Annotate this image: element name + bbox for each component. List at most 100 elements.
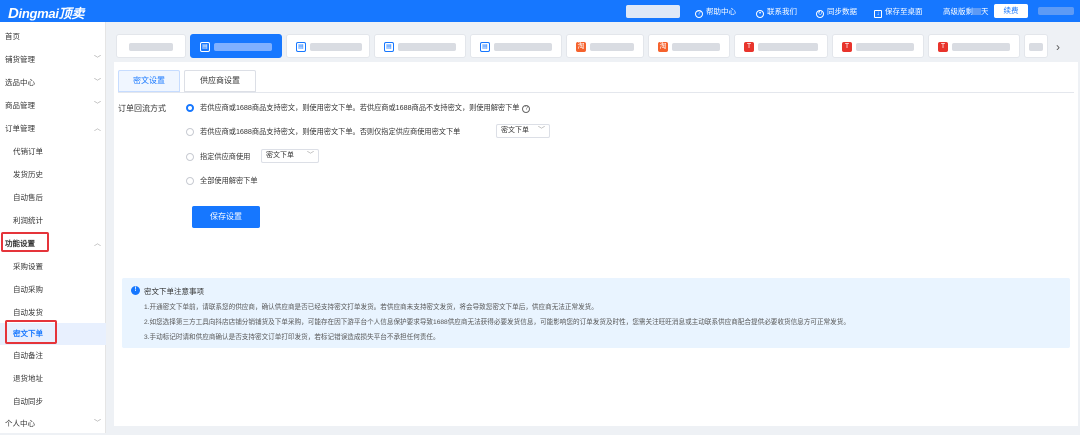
taobao-icon: 淘 xyxy=(658,42,668,52)
user-name-blurred[interactable] xyxy=(1038,7,1074,15)
shop-tab[interactable]: 淘 xyxy=(648,34,730,58)
save-to-desktop-link[interactable]: ↓ 保存至桌面 xyxy=(874,6,923,18)
sidebar-item-distribution[interactable]: 铺货管理 ﹀ xyxy=(0,49,106,71)
sidebar-item-product-select[interactable]: 选品中心 ﹀ xyxy=(0,72,106,94)
info-icon: ! xyxy=(131,286,140,295)
shop-name-blurred xyxy=(856,43,914,51)
tab-cipher-settings[interactable]: 密文设置 xyxy=(118,70,180,92)
option-1-text: 若供应商或1688商品支持密文，则使用密文下单。若供应商或1688商品不支持密文… xyxy=(200,103,531,113)
tmall-icon: T xyxy=(744,42,754,52)
notice-line-3: 3.手动标记时请和供应商确认是否支持密文订单打印发货，若标记错误造成损失平台不承… xyxy=(144,334,440,341)
sidebar-item-consign-orders[interactable]: 代销订单 xyxy=(0,141,106,163)
sidebar-item-auto-remark[interactable]: 自动备注 xyxy=(0,345,106,367)
radio-option-3[interactable] xyxy=(186,153,194,161)
tmall-icon: T xyxy=(938,42,948,52)
shop-tab[interactable]: ▤ xyxy=(374,34,466,58)
contact-us-link[interactable]: • 联系我们 xyxy=(756,6,797,18)
chevron-right-icon[interactable]: › xyxy=(1056,40,1060,54)
tmall-icon: T xyxy=(842,42,852,52)
help-icon: ? xyxy=(695,10,703,18)
sidebar: 首页 铺货管理 ﹀ 选品中心 ﹀ 商品管理 ﹀ 订单管理 ︿ 代销订单 发货历史 自动售… xyxy=(0,22,106,433)
notice-line-1: 1.开通密文下单前，请联系您的供应商，确认供应商是否已经支持密文打单发货。若供应… xyxy=(144,304,598,311)
sidebar-item-auto-sync[interactable]: 自动同步 xyxy=(0,391,106,413)
radio-option-4[interactable] xyxy=(186,177,194,185)
renew-button[interactable]: 续费 xyxy=(994,4,1028,18)
days-blurred xyxy=(973,8,981,15)
sidebar-item-return-address[interactable]: 退货地址 xyxy=(0,368,106,390)
shop-name-blurred xyxy=(494,43,552,51)
shop-tabs: ▤ ▤ ▤ ▤ 淘 淘 T T T xyxy=(114,34,1054,58)
sidebar-item-order-manage[interactable]: 订单管理 ︿ xyxy=(0,118,106,140)
shop-tab[interactable] xyxy=(1024,34,1048,58)
shop-tab[interactable]: T xyxy=(832,34,924,58)
shop-name-blurred xyxy=(672,43,720,51)
order-return-mode-label: 订单回流方式 xyxy=(118,104,166,113)
doc-icon: ▤ xyxy=(480,42,490,52)
sidebar-item-home[interactable]: 首页 xyxy=(0,26,106,48)
shop-name-blurred[interactable] xyxy=(626,5,680,18)
help-center-link[interactable]: ? 帮助中心 xyxy=(695,6,736,18)
chevron-down-icon: ﹀ xyxy=(94,102,101,109)
top-bar: Dingmai顶卖 ? 帮助中心 • 联系我们 ↻ 同步数据 ↓ 保存至桌面 高级版剩天… xyxy=(0,0,1080,22)
help-icon[interactable]: ? xyxy=(522,105,531,113)
shop-tab[interactable]: T xyxy=(928,34,1020,58)
doc-icon: ▤ xyxy=(296,42,306,52)
settings-card: 密文设置 供应商设置 订单回流方式 若供应商或1688商品支持密文，则使用密文下… xyxy=(114,62,1078,426)
shop-name-blurred xyxy=(310,43,362,51)
option-2-select[interactable]: 密文下单 ﹀ xyxy=(496,124,550,138)
headset-icon: • xyxy=(756,10,764,18)
option-2-label: 若供应商或1688商品支持密文，则使用密文下单。否则仅指定供应商使用密文下单 xyxy=(200,127,461,136)
highlight-box xyxy=(1,232,49,252)
shop-tab[interactable]: 淘 xyxy=(566,34,644,58)
tab-supplier-settings[interactable]: 供应商设置 xyxy=(184,70,256,92)
option-3-select-value: 密文下单 xyxy=(266,152,294,159)
tab-divider xyxy=(118,92,1074,93)
highlight-box xyxy=(5,320,57,344)
option-3-label: 指定供应商使用 xyxy=(200,152,251,161)
shop-tab[interactable] xyxy=(116,34,186,58)
shop-tab-active[interactable]: ▤ xyxy=(190,34,282,58)
sidebar-item-product-manage[interactable]: 商品管理 ﹀ xyxy=(0,95,106,117)
option-2-select-value: 密文下单 xyxy=(501,127,529,134)
chevron-down-icon: ﹀ xyxy=(307,152,314,159)
shop-tab[interactable]: T xyxy=(734,34,828,58)
sidebar-item-auto-aftersale[interactable]: 自动售后 xyxy=(0,187,106,209)
sidebar-item-shipping-history[interactable]: 发货历史 xyxy=(0,164,106,186)
notice-line-2: 2.如您选择第三方工具向抖店店铺分销铺货及下单采购，可能存在因下游平台个人信息保… xyxy=(144,319,850,326)
shop-name-blurred xyxy=(1029,43,1043,51)
main-content: ▤ ▤ ▤ ▤ 淘 淘 T T T › 密文设置 供应商设置 订单回流方式 若供… xyxy=(106,22,1080,433)
chevron-down-icon: ﹀ xyxy=(94,56,101,63)
sidebar-item-profit-stats[interactable]: 利润统计 xyxy=(0,210,106,232)
version-info: 高级版剩天 xyxy=(943,7,989,16)
sidebar-item-purchase-settings[interactable]: 采购设置 xyxy=(0,256,106,278)
notice-title: 密文下单注意事项 xyxy=(144,287,204,296)
doc-icon: ▤ xyxy=(384,42,394,52)
radio-option-2[interactable] xyxy=(186,128,194,136)
option-1-label: 若供应商或1688商品支持密文，则使用密文下单。若供应商或1688商品不支持密文… xyxy=(200,103,520,112)
shop-name-blurred xyxy=(952,43,1010,51)
sidebar-item-personal[interactable]: 个人中心 ﹀ xyxy=(0,413,106,435)
chevron-down-icon: ﹀ xyxy=(538,127,545,134)
taobao-icon: 淘 xyxy=(576,42,586,52)
chevron-up-icon: ︿ xyxy=(94,125,101,132)
option-3-select[interactable]: 密文下单 ﹀ xyxy=(261,149,319,163)
shop-tab[interactable]: ▤ xyxy=(286,34,370,58)
shop-name-blurred xyxy=(758,43,818,51)
shop-name-blurred xyxy=(214,43,272,51)
save-settings-button[interactable]: 保存设置 xyxy=(192,206,260,228)
notice-box: ! 密文下单注意事项 1.开通密文下单前，请联系您的供应商，确认供应商是否已经支… xyxy=(122,278,1070,348)
shop-name-blurred xyxy=(590,43,634,51)
shop-tab[interactable]: ▤ xyxy=(470,34,562,58)
app-logo[interactable]: Dingmai顶卖 xyxy=(8,3,84,22)
sidebar-item-auto-purchase[interactable]: 自动采购 xyxy=(0,279,106,301)
sync-icon: ↻ xyxy=(816,10,824,18)
chevron-down-icon: ﹀ xyxy=(94,420,101,427)
sync-data-link[interactable]: ↻ 同步数据 xyxy=(816,6,857,18)
chevron-down-icon: ﹀ xyxy=(94,79,101,86)
option-4-label: 全部使用解密下单 xyxy=(200,176,258,185)
radio-option-1[interactable] xyxy=(186,104,194,112)
download-icon: ↓ xyxy=(874,10,882,18)
chevron-up-icon: ︿ xyxy=(94,240,101,247)
doc-icon: ▤ xyxy=(200,42,210,52)
shop-name-blurred xyxy=(129,43,173,51)
